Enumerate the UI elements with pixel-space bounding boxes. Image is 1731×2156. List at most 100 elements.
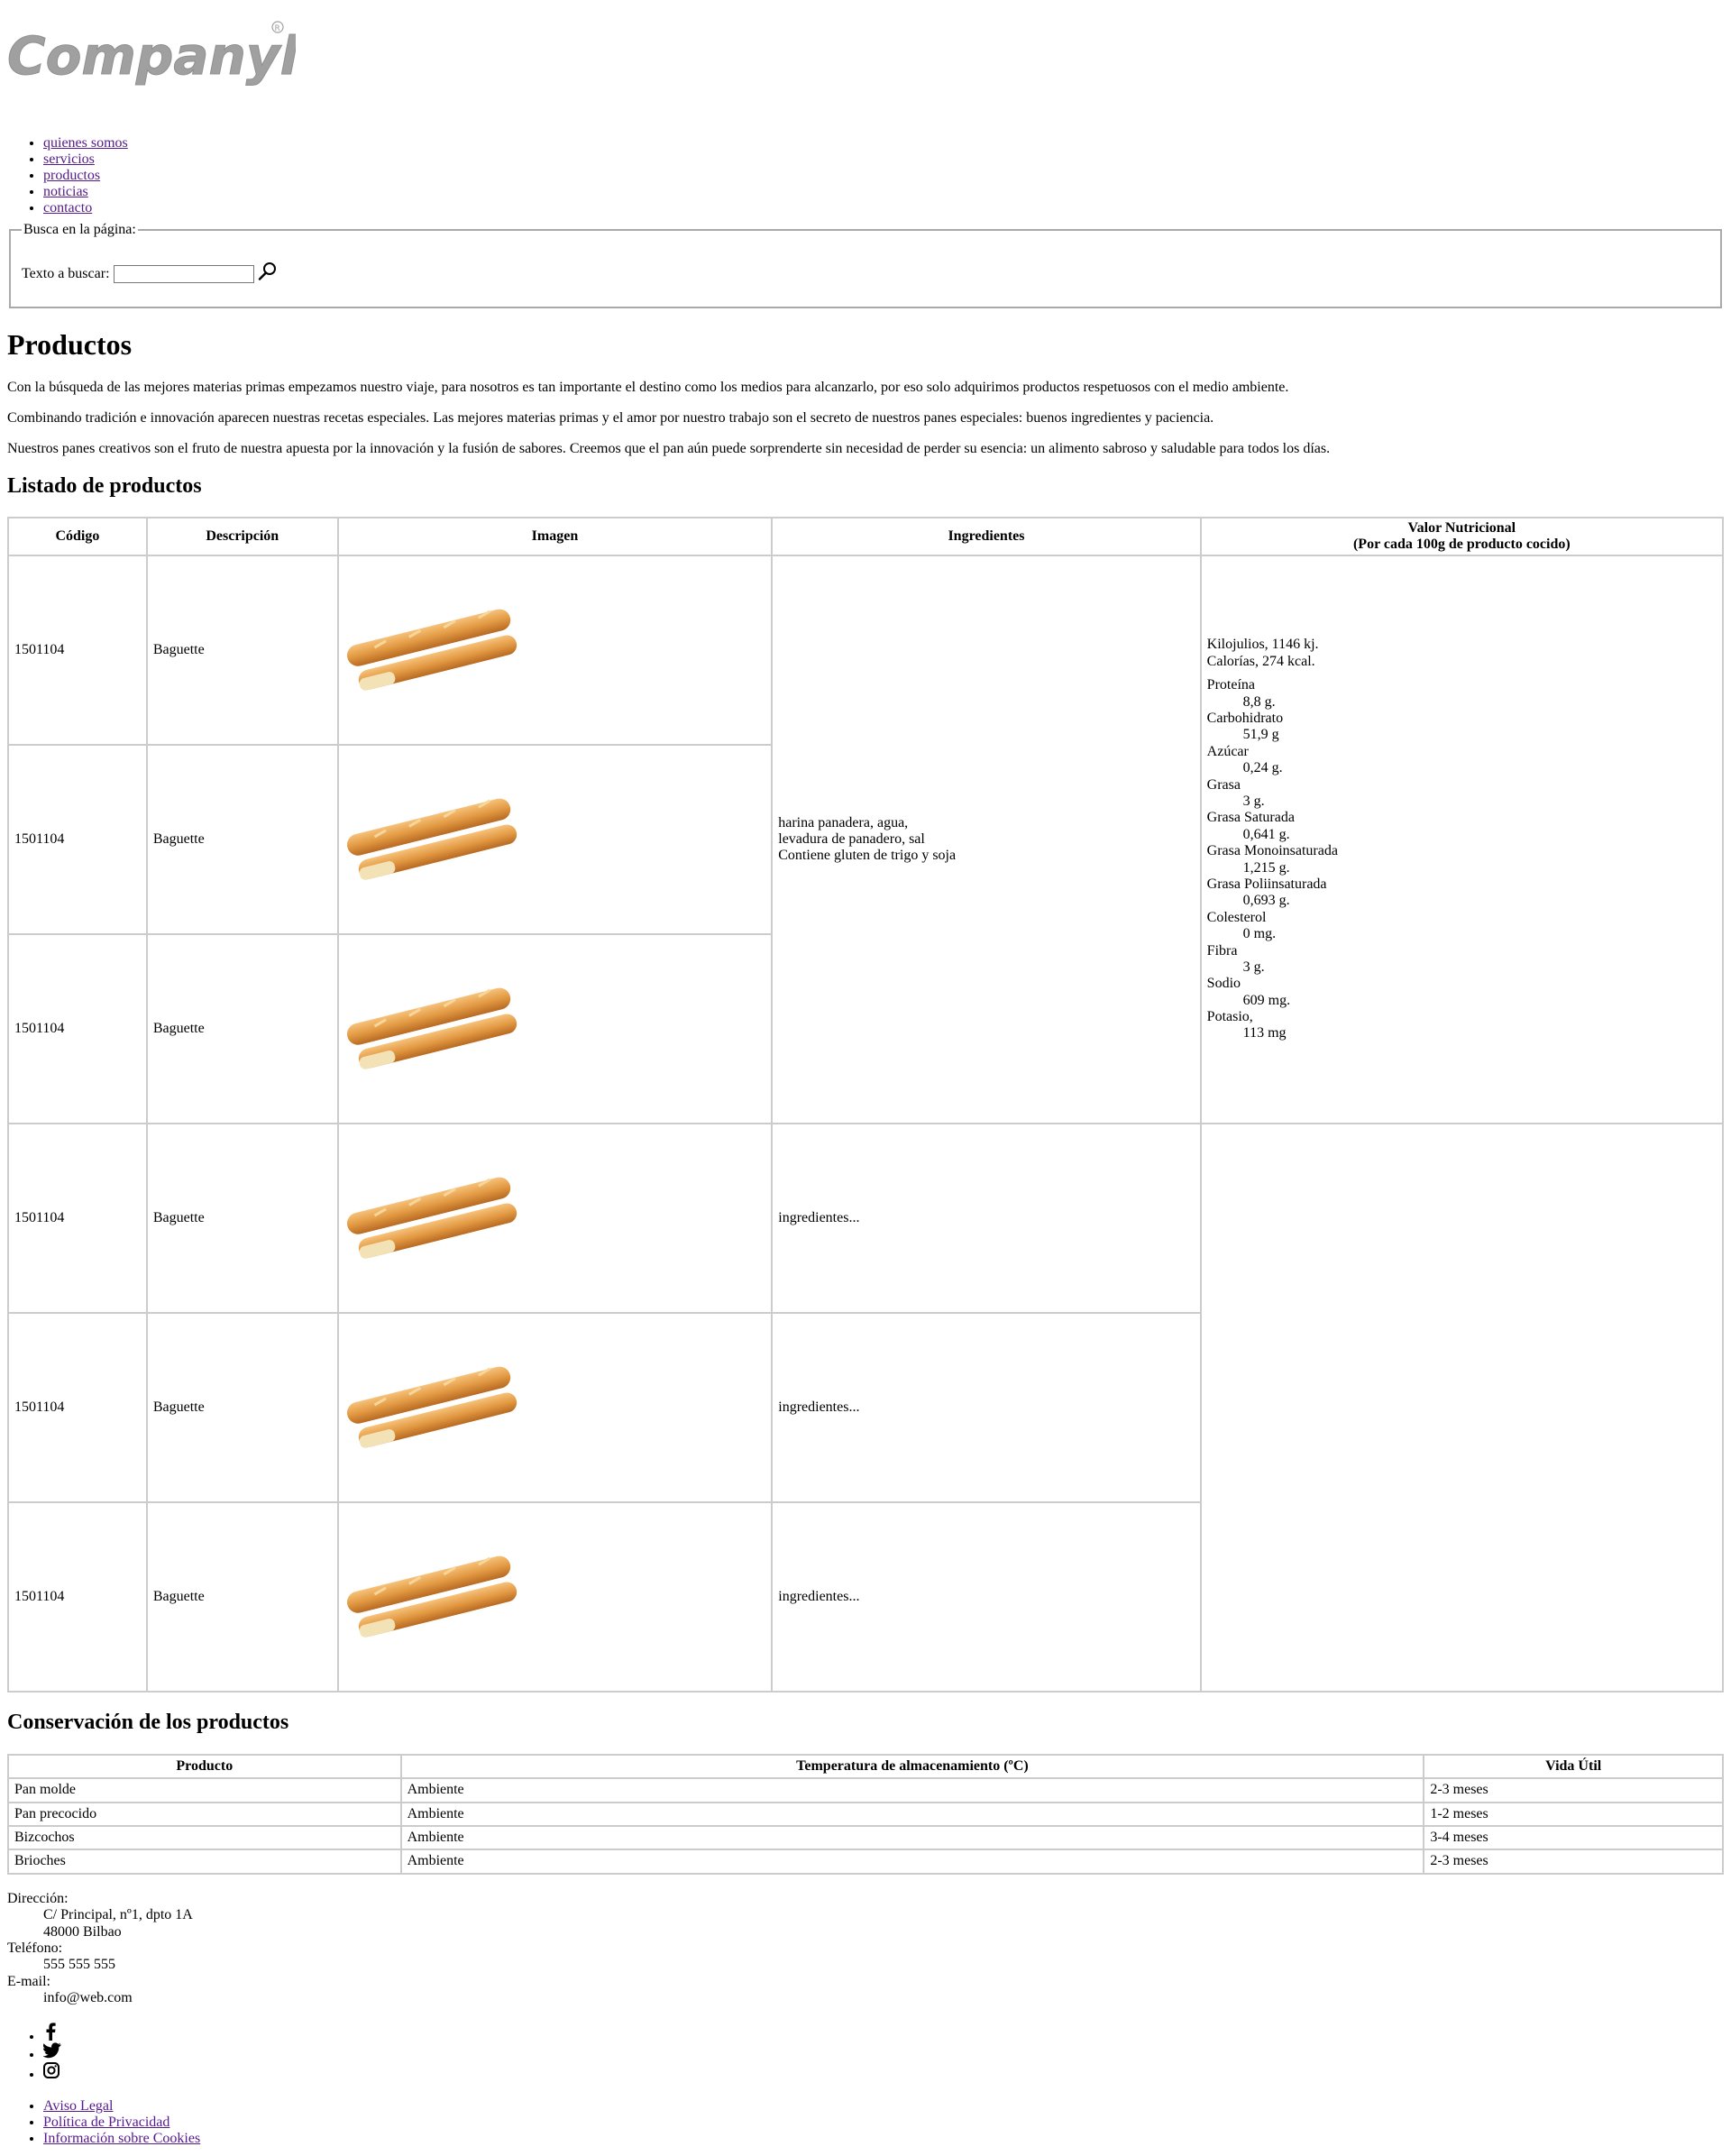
- valor-nutricional-title: Valor Nutricional: [1407, 519, 1516, 536]
- svg-text:Companylogo: Companylogo: [7, 25, 296, 87]
- nutrition-value: 0,24 g.: [1242, 760, 1283, 776]
- nutrition-value: 0 mg.: [1242, 926, 1277, 942]
- nutrition-name: Grasa: [1206, 776, 1241, 793]
- conservation-shelf-life: 2-3 meses: [1424, 1849, 1723, 1874]
- nutrition-name: Potasio,: [1206, 1009, 1253, 1025]
- product-description: Baguette: [146, 1502, 338, 1693]
- nutrition-value: 609 mg.: [1242, 992, 1291, 1008]
- social-links: [7, 2023, 1724, 2082]
- conservation-temperature: Ambiente: [400, 1849, 1424, 1874]
- search-icon: [258, 262, 276, 281]
- ingredients-line: levadura de panadero, sal: [778, 830, 925, 847]
- conservation-temperature: Ambiente: [400, 1825, 1424, 1850]
- nutrition-value: 1,215 g.: [1242, 859, 1290, 876]
- intro-paragraph-3: Nuestros panes creativos son el fruto de…: [7, 440, 1331, 456]
- nutrition-value: 51,9 g: [1242, 727, 1279, 743]
- search-legend: Busca en la página:: [23, 222, 136, 237]
- nutrition-name: Colesterol: [1206, 909, 1267, 925]
- nav-item-noticias: noticias: [43, 184, 1724, 200]
- valor-nutricional-subtitle: (Por cada 100g de producto cocido): [1352, 537, 1571, 553]
- nutrition-value: 3 g.: [1242, 959, 1265, 975]
- col-header-codigo: Código: [8, 518, 147, 556]
- col-header-vida-util: Vida Útil: [1424, 1754, 1723, 1779]
- conservation-temperature: Ambiente: [400, 1778, 1424, 1803]
- conservation-product: Bizcochos: [8, 1825, 401, 1850]
- nutrition-energy-kcal: Calorías, 274 kcal.: [1206, 653, 1315, 669]
- products-table: Código Descripción Imagen Ingredientes V…: [7, 517, 1724, 1693]
- social-item-facebook: [43, 2023, 1724, 2042]
- social-item-instagram: [43, 2062, 1724, 2082]
- baguette-image: [346, 1555, 517, 1638]
- search-input[interactable]: [113, 265, 254, 284]
- search-row: Texto a buscar:: [22, 261, 1709, 286]
- ingredients-line: harina panadera, agua,: [778, 814, 909, 830]
- conservation-header-row: Producto Temperatura de almacenamiento (…: [8, 1754, 1723, 1779]
- nutrition-name: Grasa Saturada: [1206, 810, 1295, 826]
- nav-link-contacto[interactable]: contacto: [43, 200, 92, 216]
- nutrition-name: Grasa Monoinsaturada: [1206, 843, 1338, 859]
- product-image-cell: [337, 1124, 773, 1314]
- baguette-image: [346, 987, 517, 1069]
- conservation-shelf-life: 3-4 meses: [1424, 1825, 1723, 1850]
- search-button[interactable]: [258, 261, 278, 286]
- email-value: info@web.com: [43, 1990, 133, 2006]
- col-header-valor-nutricional: Valor Nutricional (Por cada 100g de prod…: [1200, 518, 1723, 556]
- cookies-info-link[interactable]: Información sobre Cookies: [43, 2131, 200, 2146]
- email-label: E-mail:: [7, 1973, 50, 1989]
- nav-item-productos: productos: [43, 168, 1724, 184]
- contact-info: Dirección: C/ Principal, nº1, dpto 1A 48…: [7, 1891, 1724, 2007]
- nutrition-value: 0,693 g.: [1242, 893, 1290, 909]
- politica-privacidad-link[interactable]: Política de Privacidad: [43, 2115, 169, 2130]
- logo: Companylogo R: [7, 0, 1724, 97]
- facebook-icon: [46, 2023, 56, 2041]
- product-code: 1501104: [8, 555, 147, 746]
- product-code: 1501104: [8, 1313, 147, 1503]
- twitter-icon: [42, 2042, 61, 2059]
- nutrition-name: Sodio: [1206, 976, 1241, 992]
- instagram-link[interactable]: [43, 2062, 60, 2082]
- table-row: Pan molde Ambiente 2-3 meses: [8, 1778, 1723, 1803]
- nutrition-value: 3 g.: [1242, 794, 1265, 809]
- nav-item-contacto: contacto: [43, 200, 1724, 216]
- aviso-legal-link[interactable]: Aviso Legal: [43, 2098, 113, 2114]
- intro-paragraph-1: Con la búsqueda de las mejores materias …: [7, 379, 1289, 395]
- nav-link-servicios[interactable]: servicios: [43, 151, 95, 167]
- product-image-cell: [337, 555, 773, 746]
- legal-item: Aviso Legal: [43, 2098, 1724, 2115]
- intro-paragraph-2: Combinando tradición e innovación aparec…: [7, 409, 1214, 426]
- twitter-link[interactable]: [42, 2042, 61, 2062]
- product-code: 1501104: [8, 1502, 147, 1693]
- nutrition-info: Kilojulios, 1146 kj. Calorías, 274 kcal.…: [1200, 555, 1723, 1124]
- nutrition-value: 8,8 g.: [1242, 693, 1276, 710]
- nav-link-productos[interactable]: productos: [43, 168, 100, 183]
- table-row: Pan precocido Ambiente 1-2 meses: [8, 1802, 1723, 1826]
- address-line: 48000 Bilbao: [43, 1923, 122, 1940]
- legal-links: Aviso Legal Política de Privacidad Infor…: [7, 2098, 1724, 2147]
- table-row: 1501104 Baguette: [8, 555, 1723, 1124]
- ingredients-placeholder: ingredientes...: [772, 1124, 1201, 1314]
- legal-item: Información sobre Cookies: [43, 2131, 1724, 2147]
- nutrition-empty: [1200, 1124, 1723, 1693]
- nav-link-noticias[interactable]: noticias: [43, 184, 88, 199]
- phone-label: Teléfono:: [7, 1940, 63, 1956]
- baguette-image: [346, 1177, 517, 1259]
- product-image-cell: [337, 1313, 773, 1503]
- nav-item-quienes-somos: quienes somos: [43, 135, 1724, 151]
- legal-item: Política de Privacidad: [43, 2115, 1724, 2131]
- products-heading: Listado de productos: [7, 473, 202, 498]
- col-header-producto: Producto: [8, 1754, 401, 1779]
- conservation-shelf-life: 1-2 meses: [1424, 1802, 1723, 1826]
- conservation-product: Pan precocido: [8, 1802, 401, 1826]
- ingredients-placeholder: ingredientes...: [772, 1502, 1201, 1693]
- nutrition-energy-kj: Kilojulios, 1146 kj.: [1206, 637, 1319, 653]
- col-header-descripcion: Descripción: [146, 518, 338, 556]
- col-header-ingredientes: Ingredientes: [772, 518, 1201, 556]
- search-box: Busca en la página: Texto a buscar:: [9, 222, 1722, 308]
- baguette-image: [346, 1366, 517, 1448]
- nav-link-quienes-somos[interactable]: quienes somos: [43, 135, 128, 151]
- conservation-shelf-life: 2-3 meses: [1424, 1778, 1723, 1803]
- social-item-twitter: [42, 2042, 1724, 2062]
- nutrition-value: 0,641 g.: [1242, 826, 1290, 842]
- col-header-temperatura: Temperatura de almacenamiento (ºC): [400, 1754, 1424, 1779]
- product-image-cell: [337, 1502, 773, 1693]
